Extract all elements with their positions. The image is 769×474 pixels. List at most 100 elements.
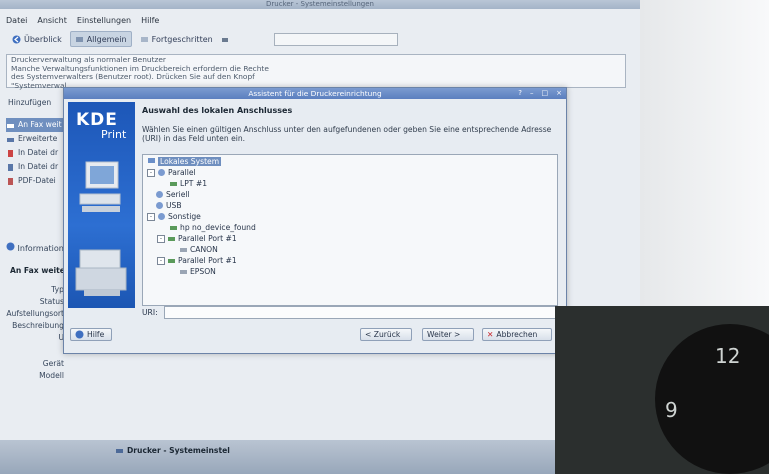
menu-datei[interactable]: Datei bbox=[6, 14, 27, 28]
printer-item-label: In Datei dr bbox=[18, 148, 59, 157]
printer-item[interactable]: In Datei dr bbox=[6, 146, 66, 160]
next-button[interactable]: Weiter > bbox=[422, 328, 474, 341]
tree-node[interactable]: hp no_device_found bbox=[169, 223, 256, 232]
computer-icon bbox=[147, 157, 156, 166]
info-icon bbox=[6, 242, 15, 251]
property-label: Typ bbox=[51, 285, 64, 294]
screen: Drucker - Systemeinstellungen Datei Ansi… bbox=[0, 0, 769, 474]
settings-icon bbox=[75, 35, 84, 44]
menu-einstellungen[interactable]: Einstellungen bbox=[77, 14, 131, 28]
tree-node-label: USB bbox=[166, 201, 182, 210]
tree-node-label: Parallel Port #1 bbox=[178, 256, 237, 265]
usb-icon bbox=[155, 201, 164, 210]
printer-item-label: PDF-Datei bbox=[18, 176, 56, 185]
collapse-icon[interactable]: - bbox=[147, 168, 155, 177]
settings-extra-icon[interactable] bbox=[221, 35, 230, 44]
port-tree[interactable]: Lokales System - Parallel LPT #1 Seriell bbox=[142, 154, 558, 306]
dialog-description: Wählen Sie einen gültigen Anschluss unte… bbox=[142, 125, 552, 143]
tree-node[interactable]: LPT #1 bbox=[169, 179, 207, 188]
printer-icon bbox=[169, 223, 178, 232]
collapse-icon[interactable]: - bbox=[147, 212, 155, 221]
back-button[interactable]: < Zurück bbox=[360, 328, 412, 341]
tree-node[interactable]: - Parallel Port #1 bbox=[157, 256, 237, 265]
printer-list: An Fax weit Erweiterte In Datei dr In Da… bbox=[6, 118, 66, 258]
main-window-title: Drucker - Systemeinstellungen bbox=[0, 0, 640, 9]
tree-node-label: Parallel Port #1 bbox=[178, 234, 237, 243]
tree-node[interactable]: - Parallel bbox=[147, 168, 196, 177]
printer-icon bbox=[179, 267, 188, 276]
tree-node[interactable]: Seriell bbox=[155, 190, 190, 199]
dialog-title-bar: Assistent für die Druckereinrichtung ? –… bbox=[64, 88, 566, 99]
help-icon bbox=[75, 330, 84, 339]
tree-node[interactable]: EPSON bbox=[179, 267, 216, 276]
printer-wizard-dialog: Assistent für die Druckereinrichtung ? –… bbox=[63, 87, 567, 354]
clock-number: 12 bbox=[715, 344, 741, 368]
close-icon[interactable]: × bbox=[556, 88, 562, 99]
cancel-x-icon: ✕ bbox=[487, 330, 494, 339]
property-label: Status bbox=[39, 297, 64, 306]
dialog-content: Auswahl des lokalen Anschlusses Wählen S… bbox=[142, 102, 558, 319]
add-button[interactable]: Hinzufügen bbox=[8, 98, 51, 107]
printer-icon bbox=[167, 256, 176, 265]
tree-node[interactable]: USB bbox=[155, 201, 182, 210]
property-label: Modell bbox=[39, 371, 64, 380]
collapse-icon[interactable]: - bbox=[157, 234, 165, 243]
printer-item[interactable]: Erweiterte bbox=[6, 132, 66, 146]
taskbar-item-label: Drucker - Systemeinstel bbox=[127, 446, 230, 455]
dialog-heading: Auswahl des lokalen Anschlusses bbox=[142, 106, 293, 115]
help-label: Hilfe bbox=[87, 330, 105, 339]
advanced-icon bbox=[140, 35, 149, 44]
wall-clock: 12 9 bbox=[555, 306, 769, 474]
port-icon bbox=[155, 190, 164, 199]
general-label: Allgemein bbox=[86, 34, 127, 44]
tree-node[interactable]: - Sonstige bbox=[147, 212, 201, 221]
tree-node-label: hp no_device_found bbox=[180, 223, 256, 232]
general-button[interactable]: Allgemein bbox=[69, 31, 132, 47]
property-label: Gerät bbox=[42, 359, 64, 368]
printer-item[interactable]: PDF-Datei bbox=[6, 174, 66, 188]
info-box: Druckerverwaltung als normaler Benutzer … bbox=[6, 54, 626, 89]
search-input[interactable] bbox=[273, 32, 398, 46]
taskbar-item[interactable]: Drucker - Systemeinstel bbox=[115, 444, 235, 457]
clock-number: 9 bbox=[665, 398, 678, 422]
tree-node-label: Parallel bbox=[168, 168, 196, 177]
print-logo: Print bbox=[101, 128, 127, 141]
port-icon bbox=[157, 168, 166, 177]
printer-item[interactable]: In Datei dr bbox=[6, 160, 66, 174]
computer-icon bbox=[79, 161, 121, 212]
tree-node-label: Seriell bbox=[166, 190, 190, 199]
property-label: Beschreibung bbox=[12, 321, 64, 330]
tree-node[interactable]: CANON bbox=[179, 245, 218, 254]
dialog-footer: Hilfe < Zurück Weiter > ✕ Abbrechen bbox=[64, 316, 566, 353]
printer-icon bbox=[115, 446, 124, 455]
dialog-title: Assistent für die Druckereinrichtung bbox=[248, 89, 382, 98]
printer-item[interactable]: An Fax weit bbox=[6, 118, 66, 132]
overview-button[interactable]: Überblick bbox=[8, 32, 66, 46]
minimize-icon[interactable]: – bbox=[530, 88, 534, 99]
printer-icon bbox=[167, 234, 176, 243]
collapse-icon[interactable]: - bbox=[157, 256, 165, 265]
maximize-icon[interactable]: □ bbox=[542, 88, 549, 99]
menu-hilfe[interactable]: Hilfe bbox=[141, 14, 159, 28]
menu-bar: Datei Ansicht Einstellungen Hilfe bbox=[0, 14, 646, 28]
section-title: An Fax weite bbox=[10, 266, 65, 275]
printer-icon bbox=[75, 249, 127, 296]
taskbar bbox=[0, 440, 640, 474]
printer-icon bbox=[179, 245, 188, 254]
tree-node[interactable]: Lokales System bbox=[147, 157, 222, 166]
help-button[interactable]: Hilfe bbox=[70, 328, 112, 341]
window-controls: ? – □ × bbox=[518, 88, 562, 99]
advanced-label: Fortgeschritten bbox=[151, 34, 213, 44]
next-label: Weiter > bbox=[427, 330, 461, 339]
tree-node[interactable]: - Parallel Port #1 bbox=[157, 234, 237, 243]
advanced-button[interactable]: Fortgeschritten bbox=[136, 32, 217, 46]
back-arrow-icon bbox=[12, 35, 21, 44]
cancel-button[interactable]: ✕ Abbrechen bbox=[482, 328, 552, 341]
screen-glare bbox=[640, 0, 769, 306]
properties: Typ Status Aufstellungsort Beschreibung … bbox=[0, 284, 66, 382]
information-tab[interactable]: Information bbox=[6, 242, 66, 253]
help-question-icon[interactable]: ? bbox=[518, 88, 522, 99]
tree-node-label: EPSON bbox=[190, 267, 216, 276]
menu-ansicht[interactable]: Ansicht bbox=[37, 14, 67, 28]
toolbar: Überblick Allgemein Fortgeschritten bbox=[0, 30, 648, 48]
